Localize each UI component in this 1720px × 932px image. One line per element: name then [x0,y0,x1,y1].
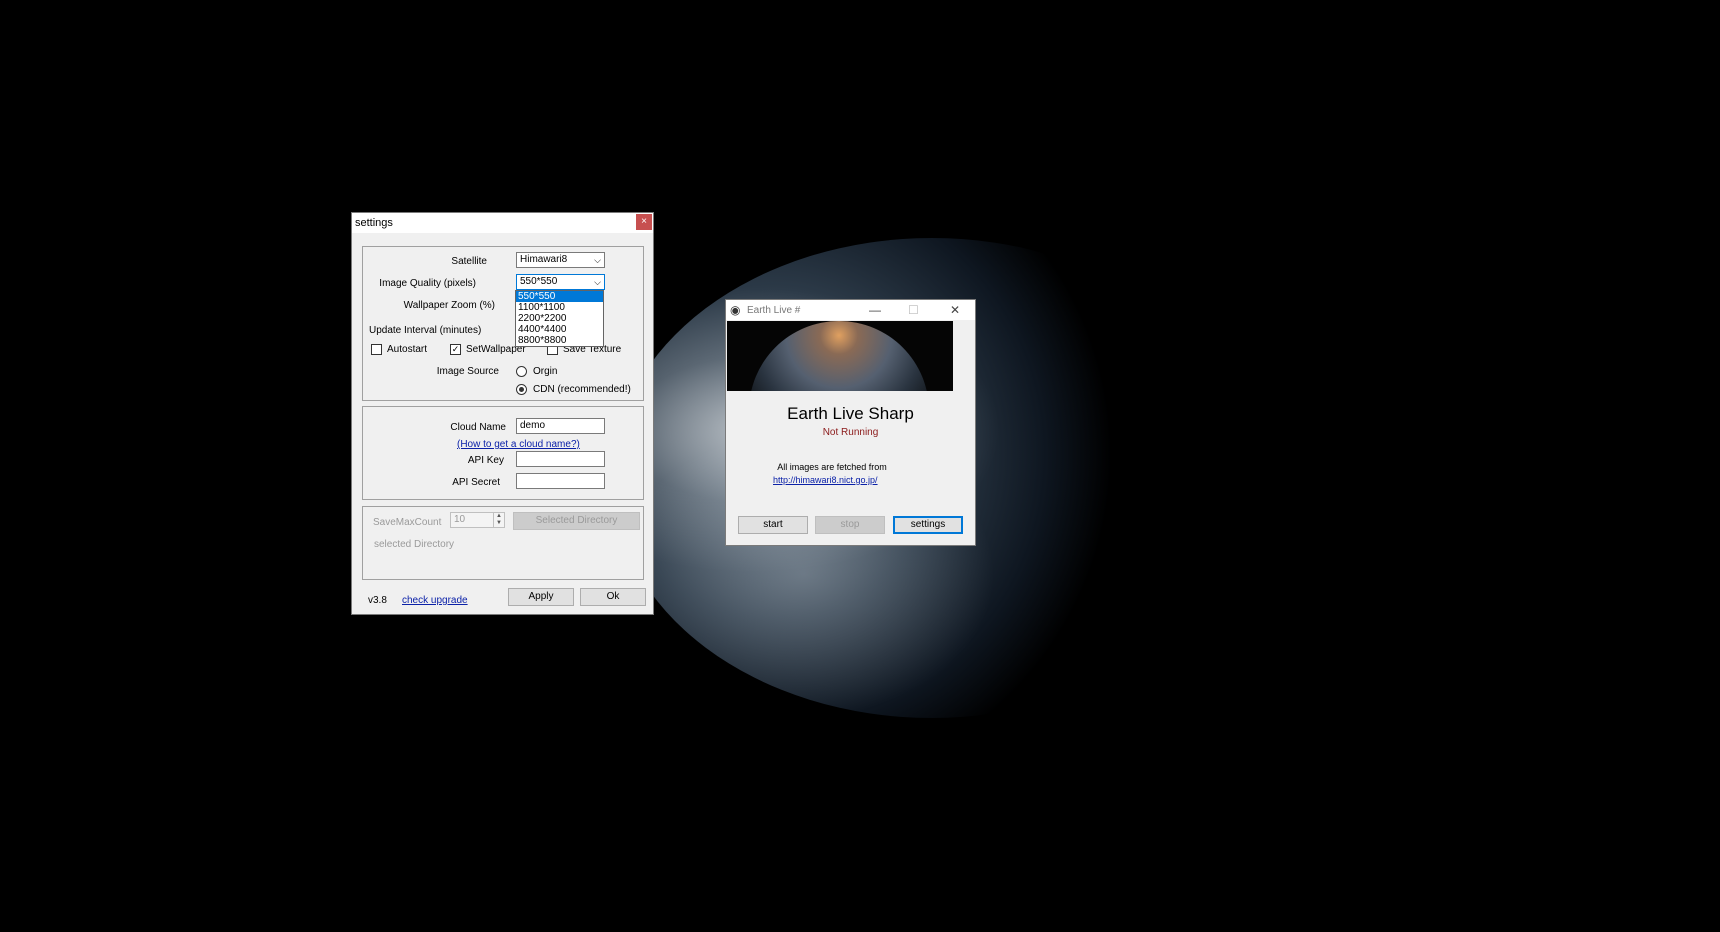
app-globe-icon: ◉ [730,303,741,317]
api-secret-input[interactable] [516,473,605,489]
cloud-group: Cloud Name demo (How to get a cloud name… [362,406,644,500]
settings-title: settings [355,217,393,229]
satellite-value: Himawari8 [520,254,568,265]
quality-option[interactable]: 2200*2200 [516,313,603,324]
interval-label: Update Interval (minutes) [369,325,482,336]
quality-option[interactable]: 550*550 [516,291,603,302]
savemax-spinner[interactable]: 10 ▲ ▼ [450,512,505,528]
chevron-down-icon: ⌵ [594,255,601,265]
api-key-input[interactable] [516,451,605,467]
quality-value: 550*550 [520,276,558,287]
quality-option[interactable]: 8800*8800 [516,335,603,346]
check-upgrade-link[interactable]: check upgrade [402,595,468,606]
main-title: Earth Live # [747,305,801,316]
api-secret-label: API Secret [452,477,500,488]
cloud-name-label: Cloud Name [450,422,506,433]
settings-window: settings × Satellite Himawari8 ⌵ Image Q… [351,212,654,615]
status-text: Not Running [822,427,879,438]
earth-banner-image [727,321,953,391]
earth-image [749,321,929,391]
cloud-name-input[interactable]: demo [516,418,605,434]
quality-option[interactable]: 4400*4400 [516,324,603,335]
settings-button[interactable]: settings [893,516,963,534]
savemax-label: SaveMaxCount [373,517,442,528]
fetched-text: All images are fetched from [777,462,887,472]
autostart-checkbox[interactable] [371,344,382,355]
main-titlebar[interactable]: ◉ Earth Live # — ☐ ✕ [726,300,975,320]
selected-directory-button[interactable]: Selected Directory [513,512,640,530]
cloud-help-link[interactable]: (How to get a cloud name?) [457,439,580,450]
apply-button[interactable]: Apply [508,588,574,606]
quality-label: Image Quality (pixels) [379,278,476,289]
satellite-select[interactable]: Himawari8 ⌵ [516,252,605,268]
maximize-icon[interactable]: ☐ [908,303,919,317]
app-name: Earth Live Sharp [787,404,914,423]
quality-option[interactable]: 1100*1100 [516,302,603,313]
stop-button[interactable]: stop [815,516,885,534]
quality-select[interactable]: 550*550 ⌵ [516,274,605,290]
source-origin-radio[interactable] [516,366,527,377]
setwallpaper-checkbox[interactable]: ✓ [450,344,461,355]
version-label: v3.8 [368,595,387,606]
save-group: SaveMaxCount 10 ▲ ▼ Selected Directory se… [362,506,644,580]
ok-button[interactable]: Ok [580,588,646,606]
cloud-name-value: demo [520,420,546,431]
settings-close-icon[interactable]: × [636,214,652,230]
zoom-label: Wallpaper Zoom (%) [403,300,495,311]
start-button[interactable]: start [738,516,808,534]
minimize-icon[interactable]: — [869,303,881,317]
api-key-label: API Key [467,455,504,466]
source-origin-label: Orgin [533,366,558,377]
image-source-label: Image Source [436,366,499,377]
selected-directory-text: selected Directory [374,539,455,550]
quality-dropdown-list[interactable]: 550*550 1100*1100 2200*2200 4400*4400 88… [515,290,604,347]
source-url-link[interactable]: http://himawari8.nict.go.jp/ [773,475,878,485]
chevron-down-icon: ⌵ [594,277,601,287]
autostart-label: Autostart [387,344,428,355]
satellite-label: Satellite [451,256,487,267]
source-cdn-radio[interactable] [516,384,527,395]
main-close-icon[interactable]: ✕ [950,303,960,317]
source-cdn-label: CDN (recommended!) [533,384,631,395]
savemax-value: 10 [454,514,466,525]
spinner-arrows-icon[interactable]: ▲ ▼ [493,513,504,527]
main-window: ◉ Earth Live # — ☐ ✕ Earth Live Sharp No… [725,299,976,546]
settings-titlebar[interactable]: settings × [352,213,653,233]
